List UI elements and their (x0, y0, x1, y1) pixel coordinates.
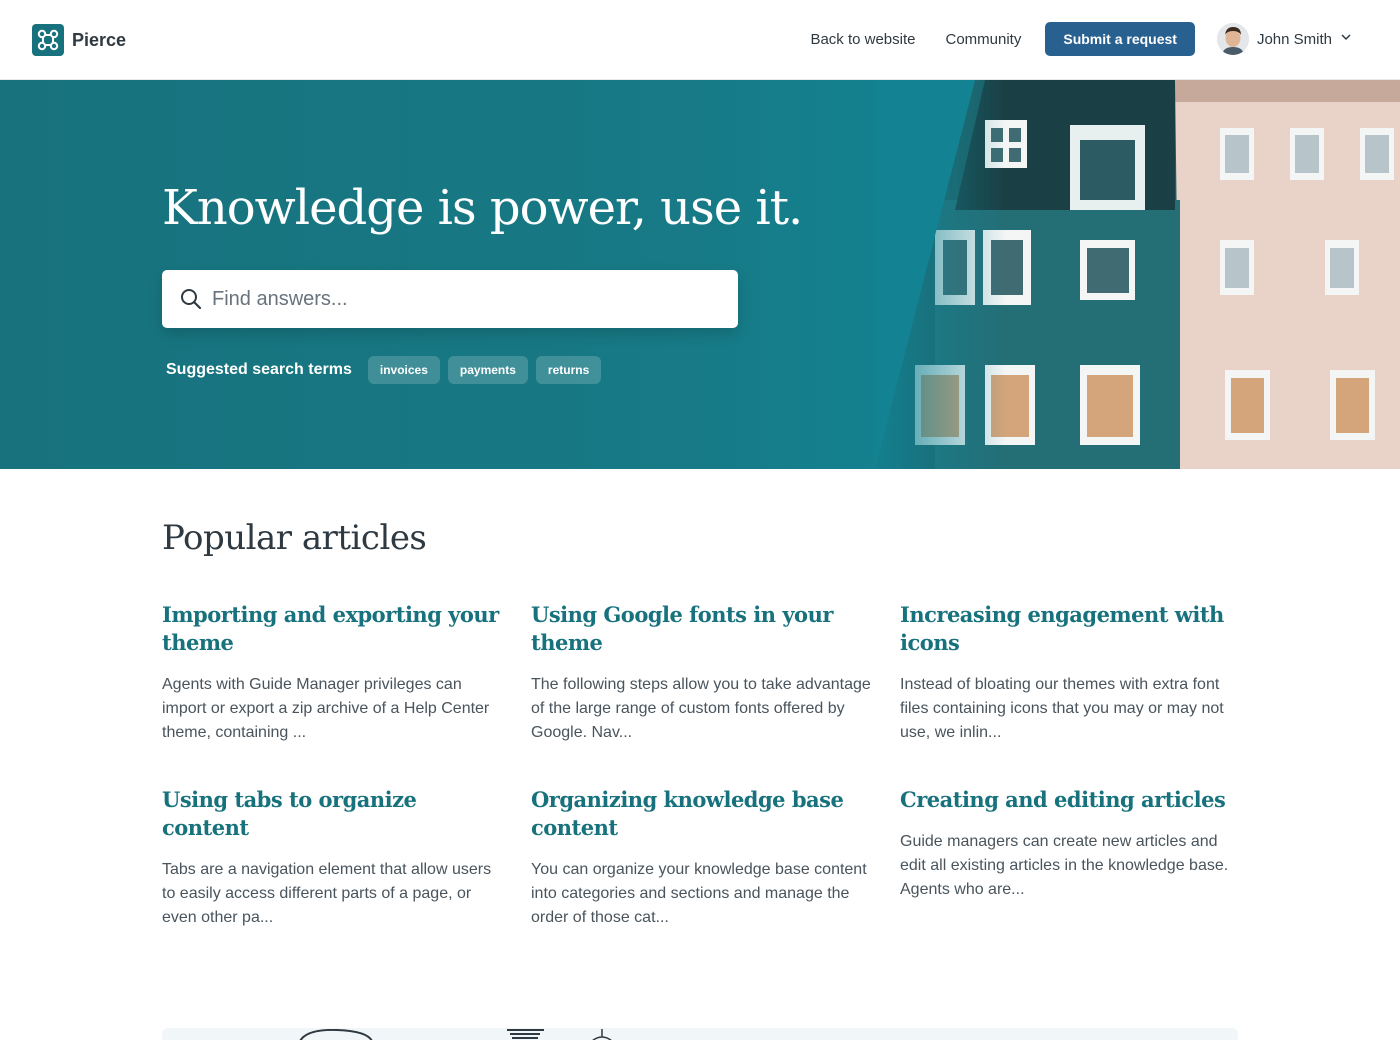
search-box (162, 270, 738, 328)
article-title-link[interactable]: Using Google fonts in your theme (531, 601, 871, 657)
suggested-search-terms: Suggested search terms invoices payments… (166, 356, 602, 384)
avatar (1216, 23, 1249, 55)
article-card: Importing and exporting your theme Agent… (162, 601, 502, 745)
hero-buildings-image (875, 80, 1400, 469)
article-excerpt: You can organize your knowledge base con… (531, 861, 867, 926)
submit-request-button[interactable]: Submit a request (1045, 22, 1195, 56)
back-to-website-link[interactable]: Back to website (810, 31, 915, 48)
article-card: Organizing knowledge base content You ca… (531, 786, 871, 930)
article-excerpt: Instead of bloating our themes with extr… (900, 676, 1224, 741)
suggested-label: Suggested search terms (166, 361, 352, 378)
user-name: John Smith (1256, 30, 1332, 48)
article-card: Using tabs to organize content Tabs are … (162, 786, 502, 930)
suggested-term-chip[interactable]: returns (535, 356, 602, 384)
article-title-link[interactable]: Increasing engagement with icons (900, 601, 1240, 657)
community-banner (162, 1028, 1238, 1040)
logo-icon (32, 24, 64, 56)
article-title-link[interactable]: Importing and exporting your theme (162, 601, 502, 657)
article-card: Creating and editing articles Guide mana… (900, 786, 1240, 902)
brand-name: Pierce (72, 29, 127, 50)
user-menu[interactable]: John Smith (1216, 23, 1352, 55)
home-logo-link[interactable]: Pierce (32, 24, 126, 56)
chevron-down-icon (1340, 30, 1352, 48)
hero-title: Knowledge is power, use it. (162, 180, 803, 236)
article-excerpt: Agents with Guide Manager privileges can… (162, 676, 490, 741)
article-card: Using Google fonts in your theme The fol… (531, 601, 871, 745)
article-title-link[interactable]: Using tabs to organize content (162, 786, 502, 842)
community-link[interactable]: Community (946, 31, 1022, 48)
hero-banner: Knowledge is power, use it. Suggested se… (0, 80, 1400, 469)
article-card: Increasing engagement with icons Instead… (900, 601, 1240, 745)
popular-articles-heading: Popular articles (162, 518, 427, 558)
site-header: Pierce Back to website Community Submit … (0, 0, 1400, 80)
article-title-link[interactable]: Creating and editing articles (900, 786, 1240, 814)
search-icon (180, 288, 202, 310)
suggested-term-chip[interactable]: payments (447, 356, 528, 384)
article-title-link[interactable]: Organizing knowledge base content (531, 786, 871, 842)
article-excerpt: Tabs are a navigation element that allow… (162, 861, 492, 926)
article-excerpt: The following steps allow you to take ad… (531, 676, 871, 741)
top-nav: Back to website Community Submit a reque… (810, 22, 1352, 56)
article-excerpt: Guide managers can create new articles a… (900, 833, 1229, 898)
search-input[interactable] (162, 270, 738, 328)
suggested-term-chip[interactable]: invoices (367, 356, 440, 384)
illustration-sketch (299, 1028, 612, 1040)
